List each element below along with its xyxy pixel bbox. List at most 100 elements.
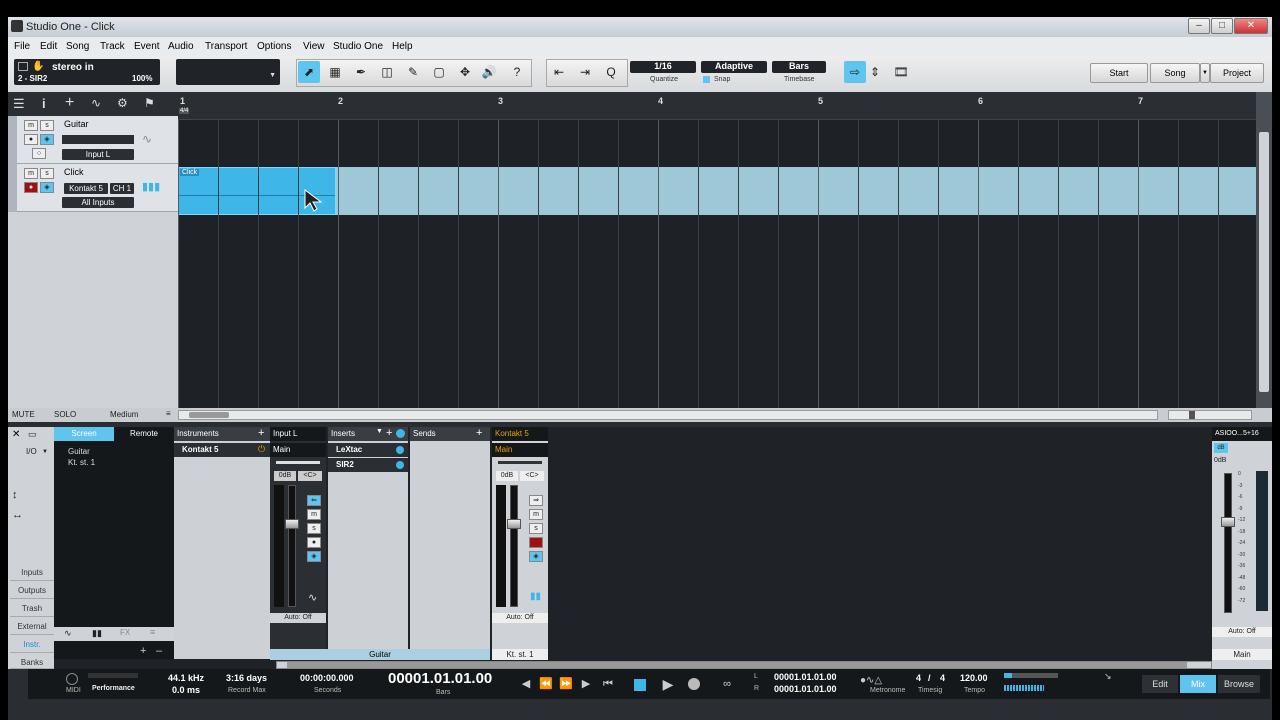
minimize-button[interactable]: – (1188, 18, 1210, 34)
mute-button[interactable]: m (529, 509, 543, 520)
timesig-denominator[interactable]: 4 (940, 673, 945, 683)
rewind-icon[interactable]: ⏪ (536, 674, 556, 694)
arrow-tool-icon[interactable]: ⬈ (298, 61, 320, 83)
add-track-icon[interactable]: + (65, 94, 74, 112)
info-icon[interactable]: i (42, 96, 46, 111)
channel-input[interactable]: Kontakt 5 (492, 427, 548, 441)
song-dropdown-icon[interactable]: ▼ (1200, 63, 1210, 83)
automation-mode[interactable]: Auto: Off (1212, 627, 1272, 637)
nudge-left-icon[interactable]: ⇤ (548, 61, 570, 83)
wide-icon[interactable]: ↔ (12, 509, 23, 521)
bank-item[interactable]: Kt. st. 1 (68, 458, 95, 467)
solo-button[interactable]: s (529, 523, 543, 534)
fader-knob[interactable] (1221, 517, 1235, 527)
menu-file[interactable]: File (14, 41, 30, 52)
rewind-start-icon[interactable]: ◀ (516, 674, 536, 694)
monitor-icon[interactable]: ◈ (40, 134, 54, 145)
menu-audio[interactable]: Audio (168, 41, 194, 52)
volume-slider[interactable] (62, 135, 134, 144)
input-select-icon[interactable]: ⇐ (307, 495, 321, 506)
global-solo-label[interactable]: SOLO (54, 410, 76, 419)
solo-button[interactable]: s (40, 120, 54, 131)
meter-mode-icon[interactable]: dB (1214, 443, 1228, 453)
maximize-button[interactable]: □ (1211, 18, 1233, 34)
add-insert-icon[interactable]: + (386, 427, 392, 439)
track-name-click[interactable]: Click (64, 167, 84, 177)
loop-start-icon[interactable]: ⏮ (598, 674, 618, 694)
arrange-view[interactable]: 1 2 3 4 5 6 7 4/4 Click (178, 92, 1256, 416)
instrument-filter-icon[interactable]: ▮▮ (92, 628, 102, 639)
scroll-thumb[interactable] (1259, 132, 1269, 392)
project-button[interactable]: Project (1210, 63, 1264, 83)
master-fader[interactable] (1224, 473, 1232, 613)
mute-button[interactable]: m (24, 120, 38, 131)
scroll-thumb[interactable] (189, 412, 229, 418)
range-tool-icon[interactable]: ▦ (324, 61, 346, 83)
instrument-select[interactable]: Kontakt 5 (64, 183, 108, 194)
input-select-icon[interactable]: ⇒ (529, 495, 543, 506)
automation-mode[interactable]: Auto: Off (270, 613, 326, 623)
output-volume[interactable] (1004, 685, 1044, 691)
follow-icon[interactable]: ⇨ (844, 61, 866, 83)
solo-button[interactable]: s (40, 168, 54, 179)
add-instrument-icon[interactable]: + (258, 427, 264, 439)
loop-right-value[interactable]: 00001.01.01.00 (774, 684, 837, 694)
close-console-icon[interactable]: ✕ (12, 429, 20, 440)
menu-view[interactable]: View (303, 41, 325, 52)
console-tab-outputs[interactable]: Outputs (10, 583, 54, 599)
browse-button[interactable]: Browse (1218, 675, 1260, 693)
preset-dropdown[interactable]: ▼ (176, 59, 280, 85)
channel-input[interactable]: Input L (270, 427, 326, 441)
track-name-guitar[interactable]: Guitar (64, 119, 89, 129)
menu-help[interactable]: Help (392, 41, 413, 52)
solo-button[interactable]: s (307, 523, 321, 534)
mute-tool-icon[interactable]: ▢ (428, 61, 450, 83)
chevron-down-icon[interactable]: ▼ (42, 449, 48, 455)
play-icon[interactable]: ▶ (658, 674, 678, 694)
add-send-icon[interactable]: + (476, 427, 482, 439)
loop-left-value[interactable]: 00001.01.01.00 (774, 672, 837, 682)
monitor-icon[interactable]: ◈ (307, 551, 321, 562)
fx-filter-icon[interactable]: FX (120, 628, 130, 637)
record-arm-icon[interactable]: ● (24, 134, 38, 145)
click-track-lane[interactable] (178, 167, 1256, 215)
menu-options[interactable]: Options (257, 41, 291, 52)
volume-fader[interactable] (510, 485, 518, 607)
horizontal-scrollbar[interactable] (178, 410, 1158, 420)
io-label[interactable]: I/O (26, 447, 37, 456)
fader-knob[interactable] (507, 519, 521, 529)
console-tab-trash[interactable]: Trash (10, 601, 54, 617)
track-input-guitar[interactable]: Input L (62, 149, 134, 160)
bank-item[interactable]: Guitar (68, 447, 90, 456)
insert-power-icon[interactable] (396, 461, 404, 469)
tab-screen[interactable]: Screen (54, 427, 114, 441)
video-icon[interactable]: 🎞 (890, 61, 912, 83)
master-output[interactable]: ASIOO...5+16 (1212, 427, 1272, 441)
menu-event[interactable]: Event (134, 41, 160, 52)
channel-output[interactable]: Main (270, 443, 326, 457)
power-icon[interactable]: ⏻ (258, 444, 265, 455)
snap-checkbox[interactable] (703, 76, 710, 83)
tempo-icon[interactable]: ⚙ (117, 96, 128, 110)
monitor-icon[interactable]: ◈ (40, 182, 54, 193)
vertical-scrollbar[interactable] (1256, 92, 1272, 416)
forward-icon[interactable]: ⏩ (556, 674, 576, 694)
menu-song[interactable]: Song (66, 41, 89, 52)
instrument-item[interactable]: Kontakt 5 (174, 443, 270, 457)
loop-icon[interactable]: ∞ (714, 674, 740, 694)
listen-tool-icon[interactable]: 🔊 (478, 61, 500, 83)
flag-icon[interactable]: ⚑ (144, 96, 155, 110)
console-tab-instruments[interactable]: Instr. (10, 637, 54, 653)
bus-filter-icon[interactable]: ≡ (150, 627, 155, 637)
timeline-ruler[interactable]: 1 2 3 4 5 6 7 4/4 (178, 92, 1256, 120)
mute-button[interactable]: m (24, 168, 38, 179)
automation-mode[interactable]: Auto: Off (492, 613, 548, 623)
insert-power-icon[interactable] (396, 446, 404, 454)
channel-name-kontakt[interactable]: Kt. st. 1 (492, 649, 548, 660)
menu-transport[interactable]: Transport (205, 41, 247, 52)
tempo-value[interactable]: 120.00 (960, 673, 988, 683)
channel-name-guitar[interactable]: Guitar (270, 649, 490, 660)
record-arm-icon[interactable] (529, 537, 543, 548)
global-mute-label[interactable]: MUTE (12, 410, 35, 419)
nudge-right-icon[interactable]: ⇥ (574, 61, 596, 83)
